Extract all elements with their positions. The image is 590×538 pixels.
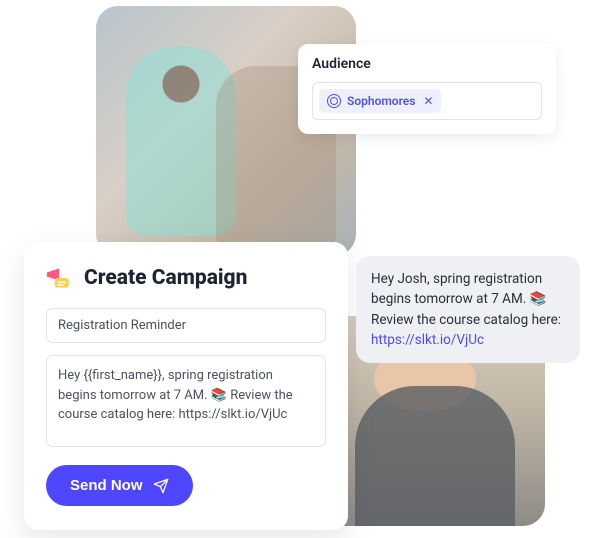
audience-tag[interactable]: Sophomores ✕ <box>319 89 441 113</box>
audience-label: Audience <box>312 56 542 72</box>
audience-card: Audience Sophomores ✕ <box>298 44 556 134</box>
campaign-name-input[interactable]: Registration Reminder <box>46 308 326 343</box>
audience-input[interactable]: Sophomores ✕ <box>312 82 542 120</box>
send-now-label: Send Now <box>70 477 143 494</box>
books-emoji: 📚 <box>211 386 227 406</box>
campaign-header: Create Campaign <box>46 264 326 292</box>
remove-tag-icon[interactable]: ✕ <box>423 94 433 108</box>
preview-link[interactable]: https://slkt.io/VjUc <box>371 332 484 348</box>
books-emoji: 📚 <box>530 289 547 309</box>
campaign-title: Create Campaign <box>84 266 247 290</box>
paper-plane-icon <box>153 478 169 494</box>
preview-text-1: Hey Josh, spring registration begins tom… <box>371 271 542 307</box>
audience-tag-label: Sophomores <box>347 94 415 108</box>
message-preview-bubble: Hey Josh, spring registration begins tom… <box>356 256 580 363</box>
segment-icon <box>327 94 341 108</box>
preview-text-2: Review the course catalog here: <box>371 312 561 328</box>
campaign-name-value: Registration Reminder <box>58 318 186 333</box>
campaign-message-input[interactable]: Hey {{first_name}}, spring registration … <box>46 355 326 447</box>
megaphone-chat-icon <box>46 264 74 292</box>
create-campaign-card: Create Campaign Registration Reminder He… <box>24 242 348 530</box>
send-now-button[interactable]: Send Now <box>46 465 193 506</box>
